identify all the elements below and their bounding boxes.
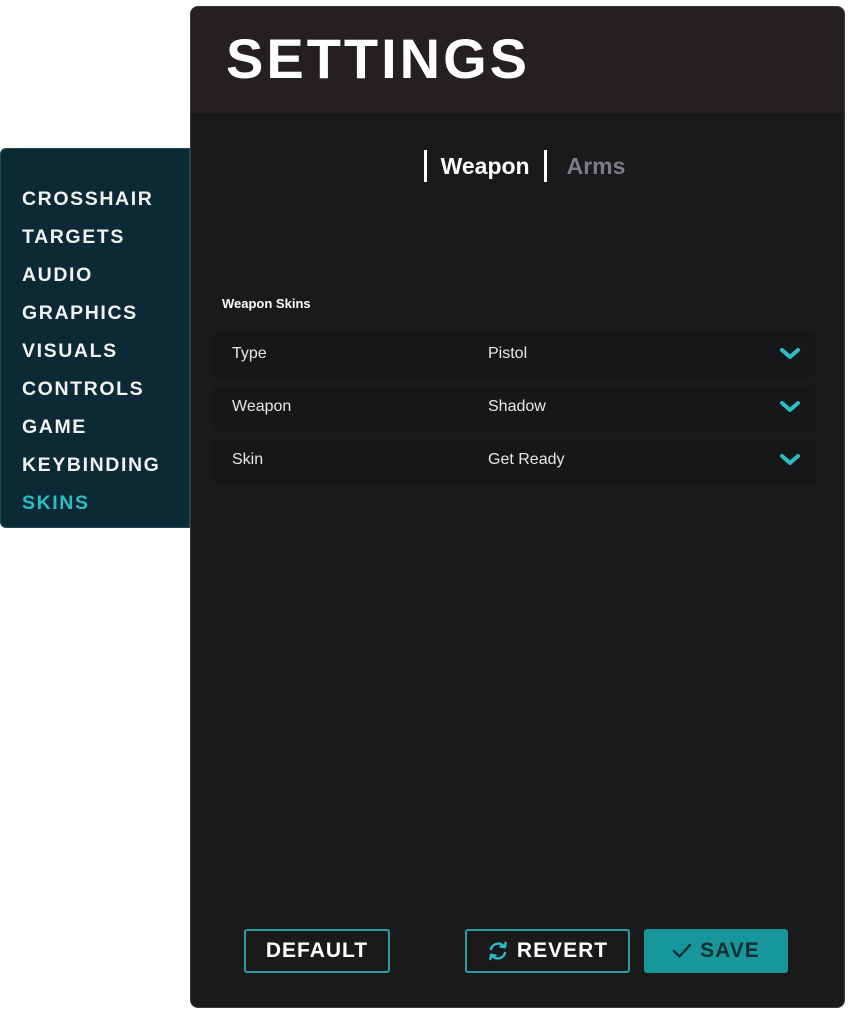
type-label: Type [232, 345, 267, 362]
tab-divider [423, 150, 427, 182]
type-value: Pistol [488, 345, 528, 362]
tab-arms[interactable]: Arms [567, 150, 626, 182]
type-dropdown[interactable]: Type Pistol [213, 333, 815, 378]
section-title: Weapon Skins [222, 296, 311, 311]
sidebar-item-controls[interactable]: CONTROLS [22, 376, 189, 414]
weapon-value: Shadow [488, 398, 546, 415]
default-button[interactable]: DEFAULT [244, 929, 390, 973]
revert-button-label: REVERT [516, 939, 609, 962]
default-button-label: DEFAULT [265, 939, 369, 962]
skin-label: Skin [232, 451, 264, 468]
sidebar-item-targets[interactable]: TARGETS [22, 224, 189, 262]
chevron-down-icon[interactable] [779, 453, 801, 467]
settings-sidebar: CROSSHAIR TARGETS AUDIO GRAPHICS VISUALS… [0, 148, 190, 528]
chevron-down-icon[interactable] [779, 347, 801, 361]
chevron-down-icon[interactable] [779, 400, 801, 414]
sidebar-item-keybinding[interactable]: KEYBINDING [22, 452, 189, 490]
refresh-icon [487, 940, 509, 962]
settings-panel: SETTINGS Weapon Arms Weapon Skins Type Pi… [190, 6, 845, 1008]
sidebar-item-graphics[interactable]: GRAPHICS [22, 300, 189, 338]
sidebar-item-visuals[interactable]: VISUALS [22, 338, 189, 376]
sidebar-item-game[interactable]: GAME [22, 414, 189, 452]
check-icon [672, 942, 692, 960]
skin-value: Get Ready [488, 451, 565, 468]
skin-dropdown[interactable]: Skin Get Ready [213, 439, 815, 484]
sidebar-item-audio[interactable]: AUDIO [22, 262, 189, 300]
save-button-label: SAVE [700, 939, 760, 962]
revert-button[interactable]: REVERT [465, 929, 630, 973]
sidebar-item-skins[interactable]: SKINS [22, 490, 189, 528]
weapon-dropdown[interactable]: Weapon Shadow [213, 386, 815, 431]
tab-weapon[interactable]: Weapon [441, 150, 530, 182]
sidebar-menu: CROSSHAIR TARGETS AUDIO GRAPHICS VISUALS… [1, 149, 189, 528]
skin-tabs: Weapon Arms [191, 150, 844, 184]
sidebar-item-crosshair[interactable]: CROSSHAIR [22, 186, 189, 224]
skin-options: Type Pistol Weapon Shadow Skin Get Ready [213, 333, 815, 492]
panel-header: SETTINGS [191, 7, 844, 113]
tab-divider [543, 150, 547, 182]
weapon-label: Weapon [232, 398, 292, 415]
save-button[interactable]: SAVE [644, 929, 788, 973]
page-title: SETTINGS [226, 27, 531, 90]
